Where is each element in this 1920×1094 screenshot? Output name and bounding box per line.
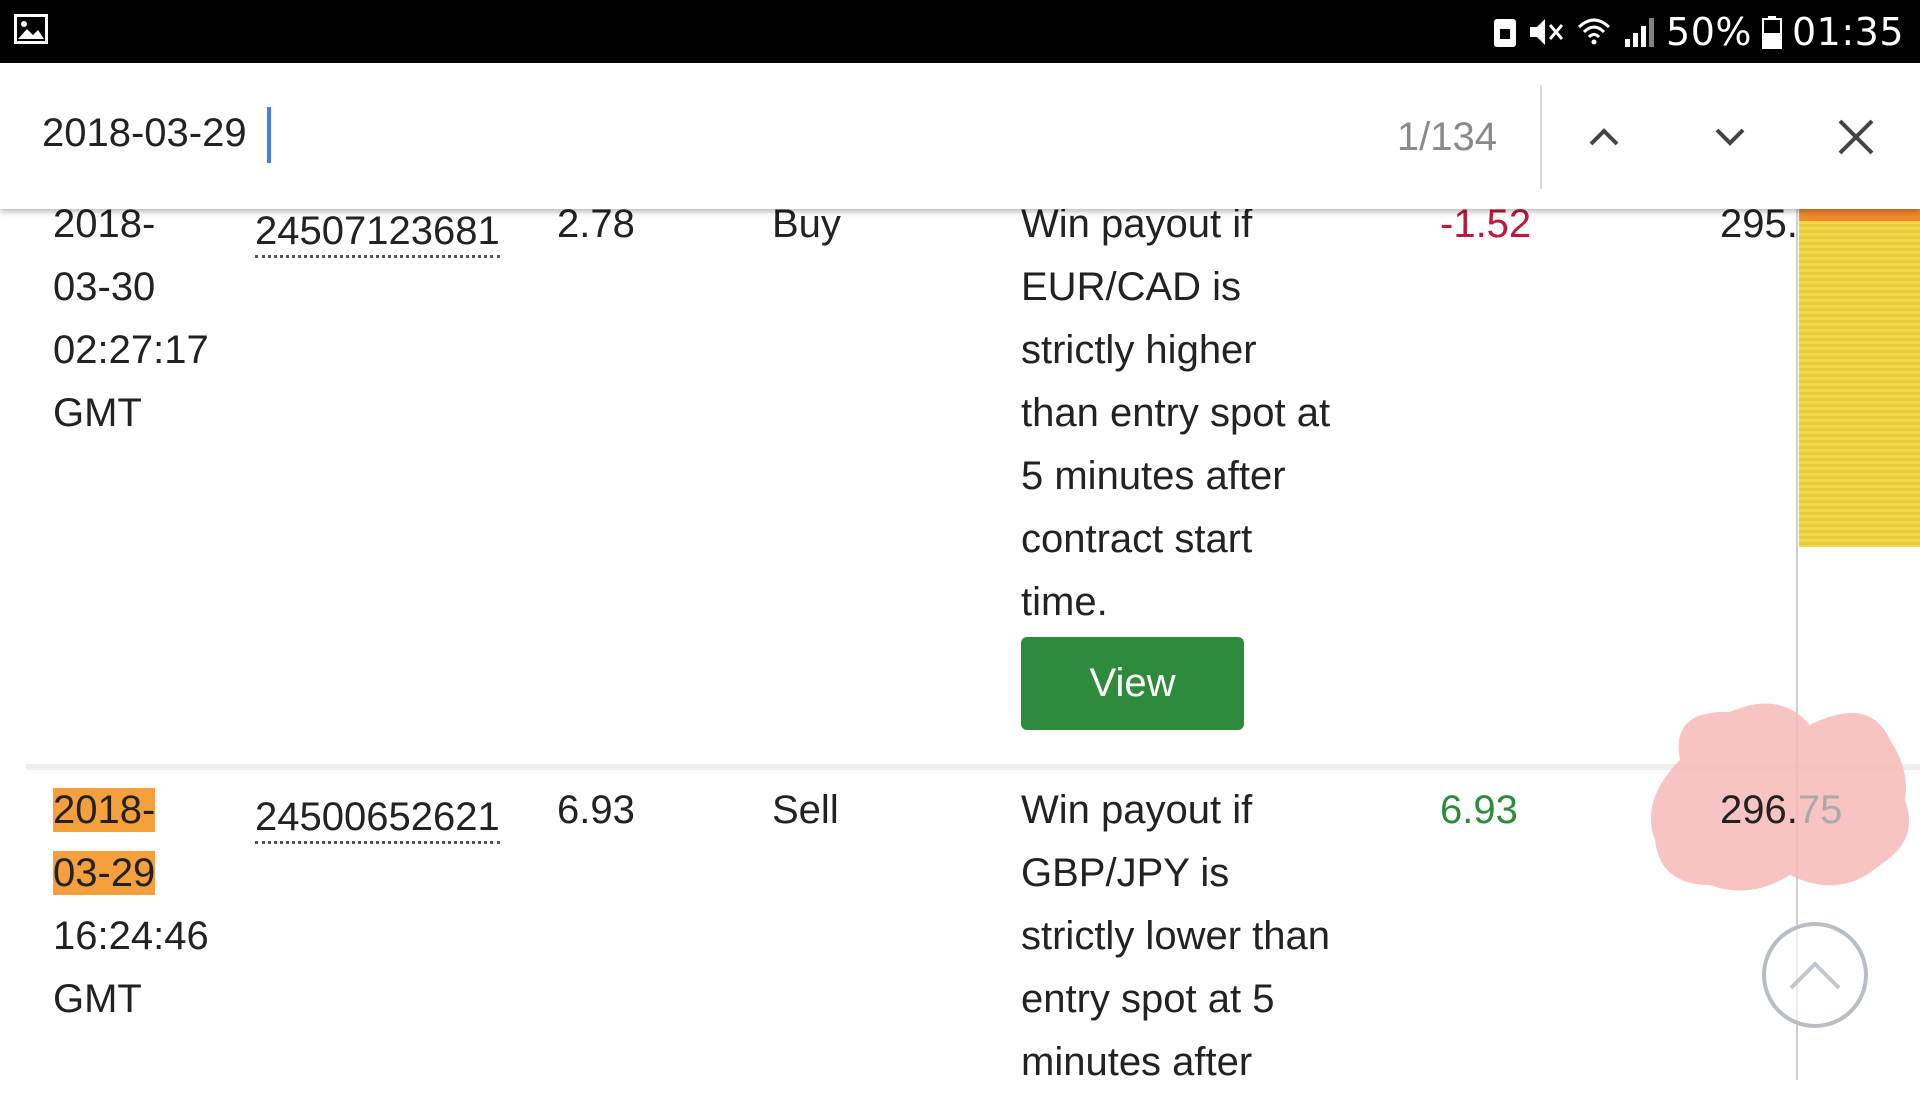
- desc-line: GBP/JPY is: [1021, 851, 1230, 895]
- balance: 296.75: [1720, 779, 1842, 842]
- contract-description: Win payout if GBP/JPY is strictly lower …: [1021, 779, 1330, 1094]
- search-highlight: 03-29: [53, 851, 156, 895]
- chevron-down-icon: [1715, 128, 1745, 146]
- scroll-to-top-button[interactable]: [1762, 922, 1868, 1028]
- contract-description: Win payout if EUR/CAD is strictly higher…: [1021, 193, 1330, 634]
- ref-id[interactable]: 24500652621: [255, 795, 500, 844]
- desc-line: time.: [1021, 580, 1108, 624]
- row-divider: [26, 764, 1920, 770]
- row-date: 2018- 03-30 02:27:17 GMT: [53, 193, 209, 445]
- row-date: 2018- 03-29 16:24:46 GMT: [53, 779, 209, 1031]
- balance-value-faded: 75: [1797, 788, 1843, 832]
- match-count: 1/134: [1396, 115, 1497, 159]
- desc-line: Win payout if: [1021, 788, 1253, 832]
- ref-id-link[interactable]: 24507123681: [255, 200, 500, 263]
- search-highlight: 2018-: [53, 788, 156, 832]
- desc-line: strictly lower than: [1021, 914, 1330, 958]
- action: Sell: [772, 788, 839, 832]
- desc-line: 5 minutes after: [1021, 454, 1286, 498]
- text-caret: [267, 107, 271, 163]
- close-icon: [1838, 119, 1874, 155]
- previous-match-button[interactable]: [1566, 99, 1642, 175]
- next-match-button[interactable]: [1692, 99, 1768, 175]
- desc-line: minutes after: [1021, 1040, 1253, 1084]
- desc-line: than entry spot at: [1021, 391, 1331, 435]
- ref-id[interactable]: 24507123681: [255, 209, 500, 258]
- balance-value: 296.: [1720, 788, 1798, 832]
- desc-line: contract start: [1021, 517, 1253, 561]
- timezone: GMT: [53, 977, 142, 1021]
- time-part: 02:27:17: [53, 328, 209, 372]
- desc-line: strictly higher: [1021, 328, 1257, 372]
- scrollbar-thumb[interactable]: [1799, 209, 1920, 547]
- chevron-up-icon: [1789, 961, 1841, 990]
- chevron-up-icon: [1589, 128, 1619, 146]
- find-in-page-bar: 2018-03-29 1/134: [0, 63, 1920, 209]
- desc-line: EUR/CAD is: [1021, 265, 1242, 309]
- purchase-price: 6.93: [557, 788, 635, 832]
- time-part: 16:24:46: [53, 914, 209, 958]
- ref-id-link[interactable]: 24500652621: [255, 786, 500, 849]
- find-input[interactable]: 2018-03-29: [42, 111, 247, 156]
- timezone: GMT: [53, 391, 142, 435]
- view-button[interactable]: View: [1021, 637, 1244, 730]
- scrollbar-thumb-cap: [1799, 209, 1920, 221]
- profit-loss: 6.93: [1440, 788, 1518, 832]
- close-find-button[interactable]: [1818, 99, 1894, 175]
- desc-line: entry spot at 5: [1021, 977, 1275, 1021]
- divider: [1540, 85, 1542, 189]
- date-part: 03-30: [53, 265, 156, 309]
